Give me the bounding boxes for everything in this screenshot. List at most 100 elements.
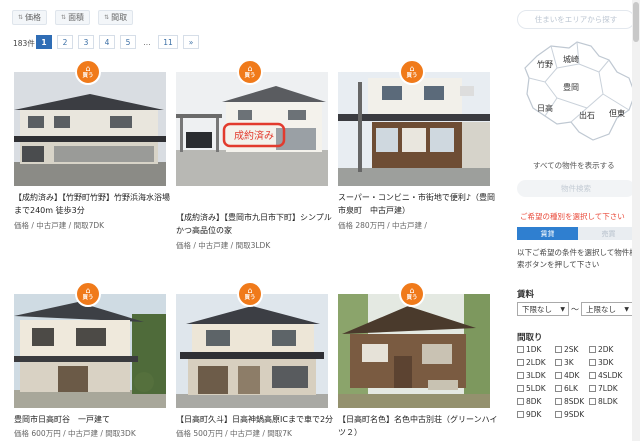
checkbox[interactable]	[517, 398, 524, 405]
kind-select-note: ご希望の種別を選択して下さい	[520, 212, 625, 221]
checkbox[interactable]	[555, 411, 562, 418]
sort-area-label: 面積	[68, 13, 85, 22]
show-all-link[interactable]: すべての物件を表示する	[533, 160, 615, 171]
page-scrollbar[interactable]	[632, 0, 640, 441]
listing-card[interactable]: ⌂ 買う 【日高町名色】名色中古別荘（グリーンハイツ２）	[338, 281, 497, 441]
page-4[interactable]: 4	[99, 35, 115, 49]
house-icon: ⌂	[409, 63, 415, 73]
checkbox[interactable]	[517, 346, 524, 353]
listing-card[interactable]: ⌂ 買う 【日高町久斗】日高神鍋高原ICまで車で2分 価格 500万円 / 中古戸…	[176, 281, 333, 441]
price-range-separator: ～	[571, 305, 579, 314]
listing-card[interactable]: ⌂ 買う スーパー・コンビニ・市街地で便利♪（豊岡市泉町 中古戸建） 価格 280…	[338, 59, 495, 239]
area-search-button[interactable]: 住まいをエリアから探す	[517, 10, 635, 29]
checkbox[interactable]	[589, 372, 596, 379]
checkbox[interactable]	[517, 359, 524, 366]
map-area-hidaka[interactable]: 日高	[537, 103, 553, 114]
listing-card[interactable]: ⌂ 買う 豊岡市日高町谷 一戸建て 価格 600万円 / 中古戸建 / 間取3DK	[14, 281, 166, 441]
map-area-takeno[interactable]: 竹野	[537, 59, 553, 70]
listing-title[interactable]: 【成約済み】【竹野町竹野】竹野浜海水浴場まで240m 徒歩3分	[14, 191, 174, 217]
layout-checkbox-2ldk[interactable]: 2LDK	[517, 358, 546, 367]
checkbox[interactable]	[555, 398, 562, 405]
page-3[interactable]: 3	[78, 35, 94, 49]
listing-photo[interactable]	[338, 72, 490, 186]
layout-checkbox-7ldk[interactable]: 7LDK	[589, 384, 618, 393]
checkbox[interactable]	[555, 346, 562, 353]
page-11[interactable]: 11	[158, 35, 178, 49]
listing-photo[interactable]	[176, 294, 328, 408]
checkbox[interactable]	[589, 398, 596, 405]
checkbox[interactable]	[517, 385, 524, 392]
listing-meta: 価格 600万円 / 中古戸建 / 間取3DK	[14, 429, 136, 438]
layout-checkbox-4sldk[interactable]: 4SLDK	[589, 371, 622, 380]
layout-checkbox-1dk[interactable]: 1DK	[517, 345, 541, 354]
listing-meta: 価格 / 中古戸建 / 間取3LDK	[176, 241, 271, 250]
sort-layout-label: 間取	[111, 13, 128, 22]
listing-photo[interactable]	[14, 72, 166, 186]
sort-layout-button[interactable]: ⇅ 間取	[98, 10, 134, 25]
listing-title[interactable]: スーパー・コンビニ・市街地で便利♪（豊岡市泉町 中古戸建）	[338, 191, 498, 217]
checkbox[interactable]	[555, 372, 562, 379]
buy-badge: ⌂ 買う	[75, 59, 101, 85]
house-icon: ⌂	[409, 285, 415, 295]
map-area-kinosaki[interactable]: 城崎	[563, 54, 579, 65]
layout-checkbox-9dk[interactable]: 9DK	[517, 410, 541, 419]
buy-badge: ⌂ 買う	[237, 59, 263, 85]
layout-checkbox-3k[interactable]: 3K	[555, 358, 574, 367]
listing-title[interactable]: 【成約済み】【豊岡市九日市下町】シンプルかつ高品位の家	[176, 211, 336, 237]
price-min-select[interactable]: 下限なし ▼	[517, 302, 569, 316]
checkbox[interactable]	[517, 411, 524, 418]
property-search-button[interactable]: 物件検索	[517, 180, 635, 197]
checkbox[interactable]	[589, 385, 596, 392]
page-ellipsis: ...	[141, 35, 153, 49]
layout-checkbox-5ldk[interactable]: 5LDK	[517, 384, 546, 393]
chevron-down-icon: ▼	[560, 305, 565, 313]
layout-checkbox-4dk[interactable]: 4DK	[555, 371, 579, 380]
layout-checkbox-8sdk[interactable]: 8SDK	[555, 397, 584, 406]
listing-title[interactable]: 豊岡市日高町谷 一戸建て	[14, 413, 174, 426]
map-area-tanto[interactable]: 但東	[609, 108, 625, 119]
price-heading: 賃料	[517, 290, 535, 300]
checkbox[interactable]	[555, 359, 562, 366]
sort-icon: ⇅	[61, 14, 67, 21]
layout-checkbox-3dk[interactable]: 3DK	[589, 358, 613, 367]
listing-card[interactable]: ⌂ 買う 成約済み 【成約済み】【豊岡市九日市下町】シンプルかつ高品位の家 価格 …	[176, 59, 332, 250]
layout-checkbox-9sdk[interactable]: 9SDK	[555, 410, 584, 419]
map-area-izushi[interactable]: 出石	[579, 110, 595, 121]
checkbox[interactable]	[517, 372, 524, 379]
layout-checkbox-6lk[interactable]: 6LK	[555, 384, 578, 393]
listing-photo[interactable]	[338, 294, 490, 408]
page-1[interactable]: 1	[36, 35, 52, 49]
checkbox[interactable]	[555, 385, 562, 392]
layout-checkbox-2sk[interactable]: 2SK	[555, 345, 578, 354]
price-min-value: 下限なし	[522, 304, 552, 314]
listing-photo[interactable]	[14, 294, 166, 408]
price-max-select[interactable]: 上限なし ▼	[581, 302, 633, 316]
tab-buy[interactable]: 売買	[578, 227, 639, 240]
listing-meta: 価格 280万円 / 中古戸建 /	[338, 221, 427, 230]
layout-checkbox-3ldk[interactable]: 3LDK	[517, 371, 546, 380]
house-icon: ⌂	[85, 63, 91, 73]
listing-title[interactable]: 【日高町名色】名色中古別荘（グリーンハイツ２）	[338, 413, 498, 439]
sort-price-button[interactable]: ⇅ 価格	[12, 10, 48, 25]
pagination: 1 2 3 4 5 ... 11 »	[36, 35, 199, 49]
checkbox[interactable]	[589, 346, 596, 353]
page-5[interactable]: 5	[120, 35, 136, 49]
listing-card[interactable]: ⌂ 買う 【成約済み】【竹野町竹野】竹野浜海水浴場まで240m 徒歩3分 価格 /…	[14, 59, 170, 239]
layout-checkbox-8dk[interactable]: 8DK	[517, 397, 541, 406]
sold-stamp: 成約済み	[234, 129, 274, 142]
search-sidebar: 住まいをエリアから探す 竹野 城崎 豊岡 日高 出石 但東 すべての物件を表示す…	[513, 0, 640, 441]
scrollbar-thumb[interactable]	[633, 2, 639, 42]
listing-title[interactable]: 【日高町久斗】日高神鍋高原ICまで車で2分	[176, 413, 336, 426]
sort-area-button[interactable]: ⇅ 面積	[55, 10, 91, 25]
page-next[interactable]: »	[183, 35, 199, 49]
tab-rent[interactable]: 賃貸	[517, 227, 578, 240]
map-area-toyooka[interactable]: 豊岡	[563, 82, 579, 93]
layout-heading: 間取り	[517, 333, 543, 343]
layout-checkbox-2dk[interactable]: 2DK	[589, 345, 613, 354]
layout-checkbox-8ldk[interactable]: 8LDK	[589, 397, 618, 406]
area-map[interactable]: 竹野 城崎 豊岡 日高 出石 但東	[517, 38, 639, 143]
checkbox[interactable]	[589, 359, 596, 366]
listing-photo[interactable]: 成約済み	[176, 72, 328, 186]
page-2[interactable]: 2	[57, 35, 73, 49]
result-count: 183件	[13, 39, 35, 48]
